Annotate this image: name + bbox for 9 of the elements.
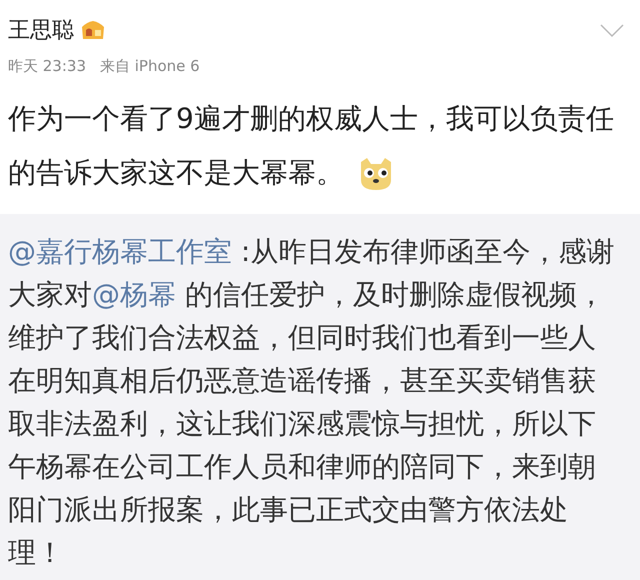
- post-source: 来自 iPhone 6: [100, 56, 200, 77]
- chevron-down-icon[interactable]: [600, 24, 624, 38]
- post-text: 作为一个看了9遍才删的权威人士，我可以负责任的告诉大家这不是大幂幂。: [8, 92, 623, 200]
- repost-text: @嘉行杨幂工作室 :从昨日发布律师函至今，感谢大家对@杨幂 的信任爱护，及时删除虚假视频，维护了我们合法权益，但同时我们也看到一些人在明知真相后仍恶意造谣传播，甚至买卖销售获取非法盈利，这让我们深感震惊与担忧，所以下午杨幂在公司工作人员和律师的陪同下，来到朝阳门派出所报案，此事已正式交由警方依法处理！: [8, 234, 616, 570]
- post-time: 昨天 23:33: [8, 56, 86, 77]
- mention-link[interactable]: @嘉行杨幂工作室: [8, 234, 232, 268]
- dog-emoji-icon: [358, 156, 394, 192]
- author-name[interactable]: 王思聪: [8, 14, 74, 47]
- mention-link[interactable]: @杨幂: [92, 278, 176, 310]
